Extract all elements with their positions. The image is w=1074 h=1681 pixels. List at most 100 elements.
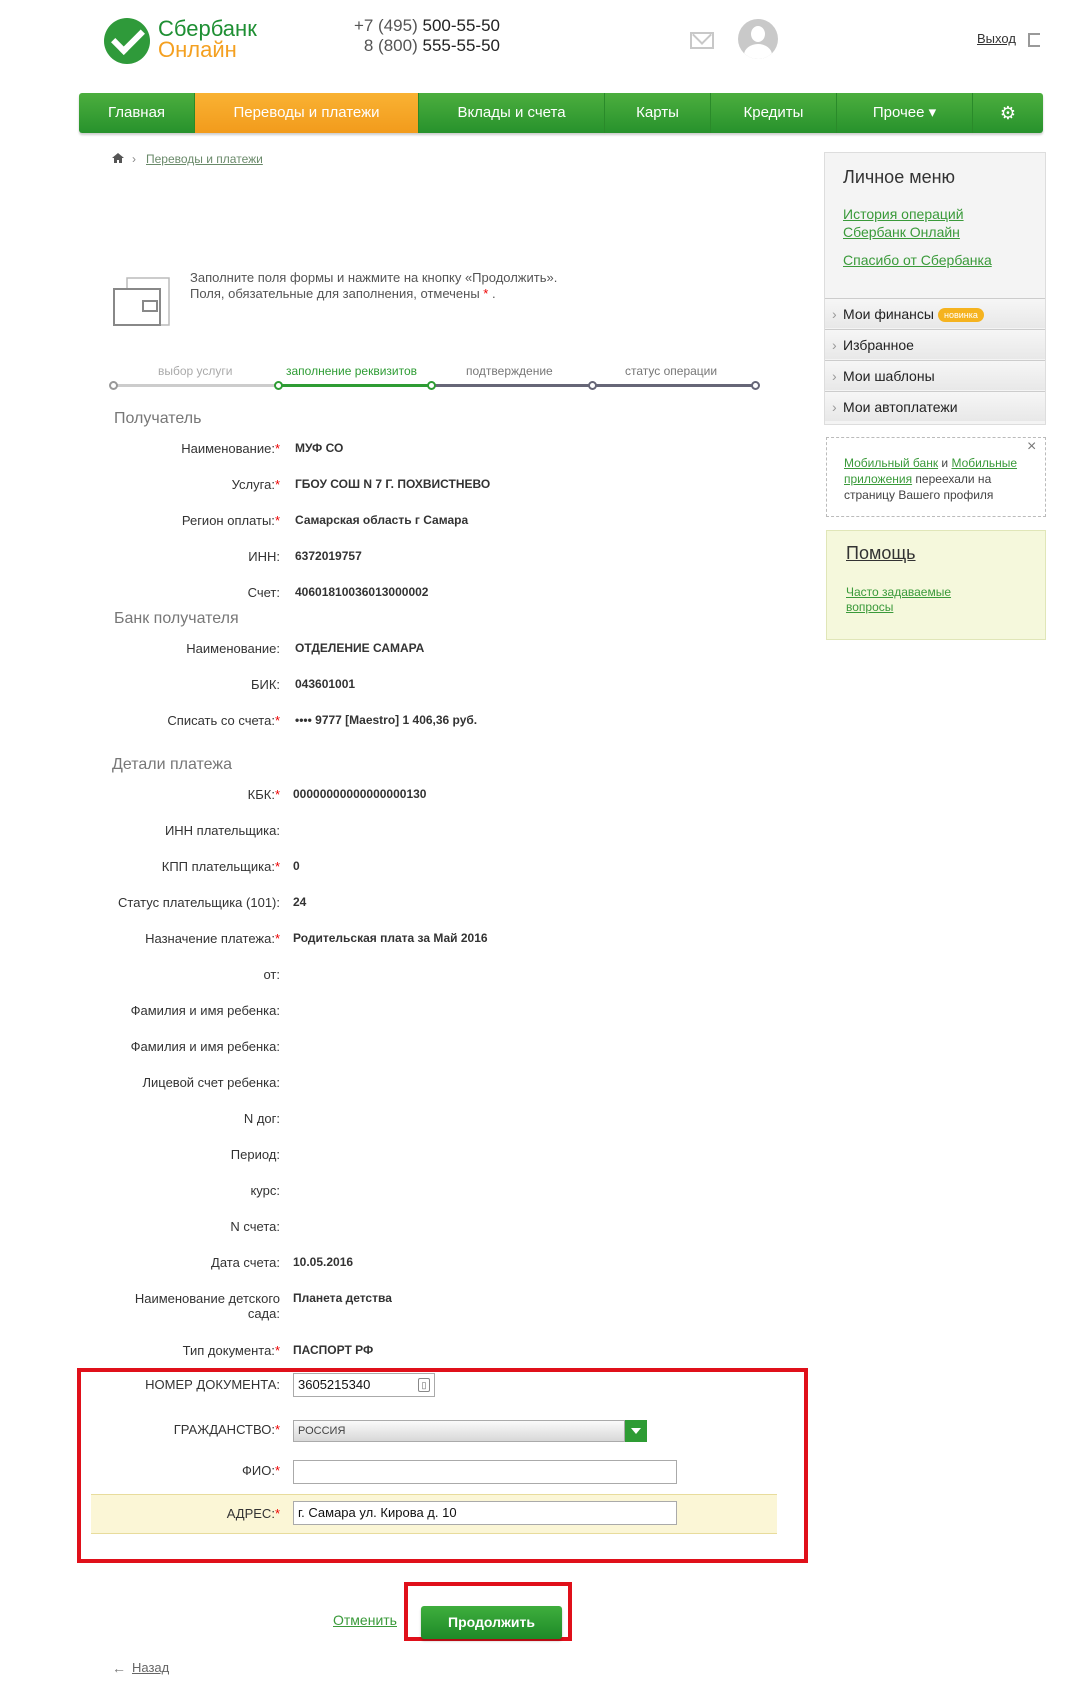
document-type-value: ПАСПОРТ РФ	[293, 1343, 374, 1357]
doc-number-value: 3605215340	[298, 1377, 371, 1392]
step-status: статус операции	[625, 364, 718, 378]
progress-line-active	[278, 384, 431, 387]
operations-history-link[interactable]: История операций Сбербанк Онлайн	[843, 205, 964, 241]
menu-favorites[interactable]: Избранное	[825, 329, 1045, 360]
section-recipient: Получатель	[114, 410, 202, 427]
nav-other[interactable]: Прочее ▾	[837, 93, 973, 133]
required-star: *	[483, 286, 489, 301]
settings-gear-icon[interactable]: ⚙	[973, 93, 1043, 133]
keyboard-icon[interactable]: ▯	[418, 1378, 430, 1392]
address-label: АДРЕС:*	[226, 1506, 280, 1521]
cancel-link[interactable]: Отменить	[333, 1612, 397, 1628]
child-name-label-2: Фамилия и имя ребенка:	[130, 1039, 280, 1054]
nav-deposits[interactable]: Вклады и счета	[419, 93, 605, 133]
logout-icon[interactable]	[1028, 33, 1040, 47]
progress-dot	[109, 381, 118, 390]
faq-link[interactable]: Часто задаваемые вопросы	[846, 585, 951, 615]
child-name-label: Фамилия и имя ребенка:	[130, 1003, 280, 1018]
mobile-apps-link-2[interactable]: приложения	[844, 472, 912, 486]
nav-home[interactable]: Главная	[79, 93, 195, 133]
bik-label: БИК:	[250, 677, 280, 692]
section-details: Детали платежа	[112, 756, 232, 773]
document-type-label: Тип документа:*	[182, 1343, 280, 1358]
kindergarten-label: Наименование детского сада:	[134, 1291, 280, 1321]
instructions-end: .	[491, 286, 496, 301]
period-label: Период:	[230, 1147, 280, 1162]
course-label: курс:	[250, 1183, 280, 1198]
phone1: 500-55-50	[422, 16, 500, 35]
recipient-name-label: Наименование:*	[181, 441, 280, 456]
progress-dot	[274, 381, 283, 390]
invoice-date-label: Дата счета:	[211, 1255, 280, 1270]
close-icon[interactable]: ×	[1027, 438, 1036, 456]
breadcrumb-transfers[interactable]: Переводы и платежи	[146, 152, 263, 166]
spasibo-link[interactable]: Спасибо от Сбербанка	[843, 251, 992, 269]
back-link[interactable]: Назад	[132, 1660, 169, 1675]
payer-status-label: Статус плательщика (101):	[118, 895, 280, 910]
region-value: Самарская область г Самара	[295, 513, 469, 527]
child-account-label: Лицевой счет ребенка:	[142, 1075, 280, 1090]
account-label: Счет:	[247, 585, 280, 600]
logout-link[interactable]: Выход	[977, 31, 1016, 46]
payer-inn-label: ИНН плательщика:	[164, 823, 280, 838]
wallet-icon	[113, 277, 170, 326]
chevron-down-icon[interactable]	[625, 1420, 647, 1442]
menu-autopayments[interactable]: Мои автоплатежи	[825, 391, 1045, 422]
invoice-date-value: 10.05.2016	[293, 1255, 354, 1269]
nav-credits[interactable]: Кредиты	[711, 93, 837, 133]
fio-input[interactable]	[293, 1460, 677, 1484]
step-select-service: выбор услуги	[158, 364, 233, 378]
brand-name[interactable]: Сбербанк Онлайн	[158, 16, 257, 62]
service-label: Услуга:*	[231, 477, 280, 492]
brand-line1: Сбербанк	[158, 16, 257, 41]
progress-line-done	[113, 384, 278, 387]
kindergarten-value: Планета детства	[293, 1291, 392, 1305]
progress-dot	[588, 381, 597, 390]
help-title[interactable]: Помощь	[846, 543, 916, 564]
payer-status-value: 24	[293, 895, 307, 909]
mobile-bank-link[interactable]: Мобильный банк	[844, 456, 938, 470]
brand-line2: Онлайн	[158, 37, 237, 62]
breadcrumb-separator-icon: ›	[132, 152, 136, 166]
form-instructions: Заполните поля формы и нажмите на кнопку…	[190, 270, 557, 302]
doc-number-label: НОМЕР ДОКУМЕНТА:	[145, 1377, 280, 1392]
phone2-prefix: 8 (800)	[363, 36, 418, 55]
address-input[interactable]: г. Самара ул. Кирова д. 10	[293, 1501, 677, 1525]
bank-name-value: ОТДЕЛЕНИЕ САМАРА	[295, 641, 425, 655]
mail-icon[interactable]	[690, 32, 714, 49]
payment-purpose-value: Родительская плата за Май 2016	[293, 931, 488, 945]
debit-account-value[interactable]: •••• 9777 [Maestro] 1 406,36 руб.	[295, 713, 477, 727]
recipient-name-value: МУФ СО	[295, 441, 344, 455]
menu-my-finances[interactable]: Мои финансыновинка	[825, 298, 1045, 329]
bank-name-label: Наименование:	[186, 641, 280, 656]
new-badge: новинка	[937, 308, 984, 323]
payer-kpp-value: 0	[293, 859, 300, 873]
debit-account-label: Списать со счета:*	[167, 713, 280, 728]
step-fill-details: заполнение реквизитов	[286, 364, 418, 378]
phone2: 555-55-50	[422, 36, 500, 55]
contract-number-label: N дог:	[243, 1111, 280, 1126]
phone-numbers: +7 (495) 500-55-50 8 (800) 555-55-50	[350, 16, 500, 56]
avatar[interactable]	[738, 19, 778, 59]
kbk-label: КБК:*	[247, 787, 280, 802]
menu-templates[interactable]: Мои шаблоны	[825, 360, 1045, 391]
mobile-apps-link[interactable]: Мобильные	[951, 456, 1017, 470]
invoice-number-label: N счета:	[230, 1219, 280, 1234]
service-value: ГБОУ СОШ N 7 Г. ПОХВИСТНЕВО	[295, 477, 491, 491]
personal-menu-title: Личное меню	[843, 167, 956, 187]
from-label: от:	[263, 967, 280, 982]
continue-button[interactable]: Продолжить	[421, 1606, 562, 1639]
sberbank-logo-icon[interactable]	[104, 18, 150, 64]
instructions-line1: Заполните поля формы и нажмите на кнопку…	[190, 270, 558, 285]
back-arrow-icon[interactable]: ←	[112, 1660, 126, 1676]
progress-dot	[751, 381, 760, 390]
nav-transfers[interactable]: Переводы и платежи	[195, 93, 419, 133]
payment-purpose-label: Назначение платежа:*	[145, 931, 280, 946]
citizenship-select[interactable]: РОССИЯ	[293, 1420, 625, 1442]
doc-number-input[interactable]: 3605215340 ▯	[293, 1373, 435, 1397]
nav-cards[interactable]: Карты	[605, 93, 711, 133]
main-nav: Главная Переводы и платежи Вклады и счет…	[79, 93, 1043, 133]
home-icon[interactable]	[112, 153, 124, 163]
account-value: 40601810036013000002	[295, 585, 429, 599]
inn-value: 6372019757	[295, 549, 362, 563]
